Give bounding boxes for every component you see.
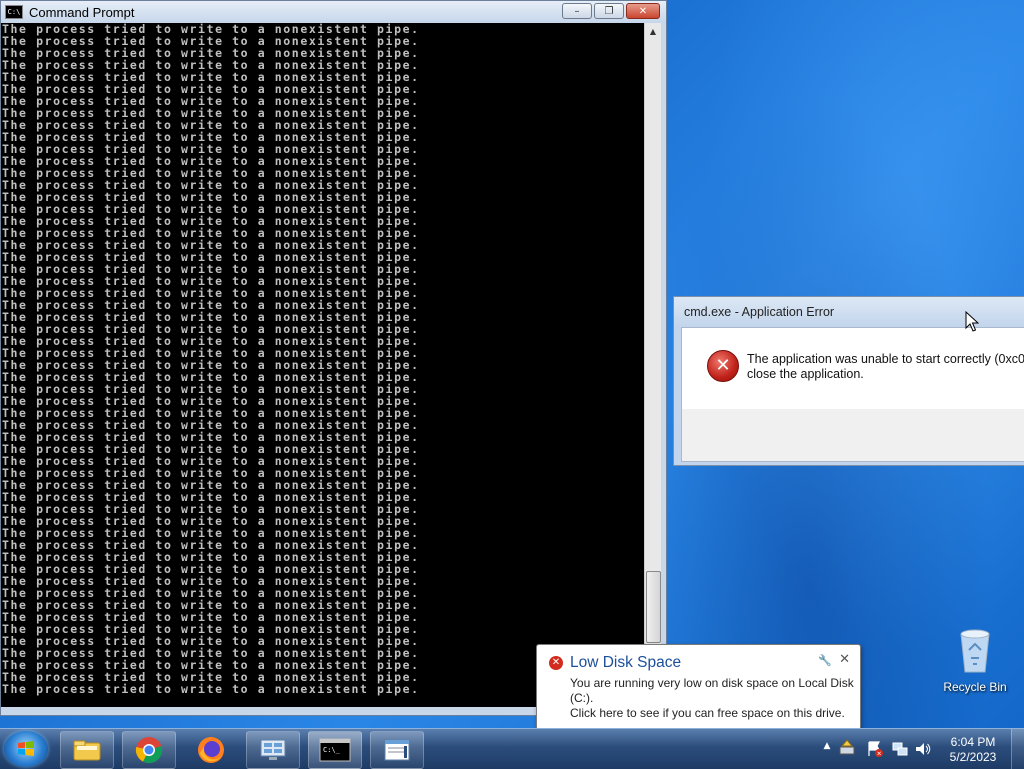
- notification-line: (C:).: [570, 691, 594, 705]
- svg-text:✕: ✕: [877, 751, 882, 758]
- error-dialog-content: ✕ The application was unable to start co…: [681, 327, 1024, 411]
- chrome-icon: [135, 737, 163, 764]
- maximize-icon: ❐: [604, 5, 614, 17]
- command-prompt-icon: C:\_: [319, 738, 351, 762]
- low-disk-space-notification[interactable]: ✕ Low Disk Space 🔧 ✕ You are running ver…: [536, 644, 861, 741]
- taskbar-command-prompt[interactable]: C:\_: [308, 731, 362, 769]
- taskbar-chrome[interactable]: [122, 731, 176, 769]
- taskbar-control-panel[interactable]: [246, 731, 300, 769]
- notification-title: Low Disk Space: [570, 654, 682, 671]
- cmd-window-title: Command Prompt: [29, 4, 135, 20]
- mouse-cursor-icon: [965, 311, 979, 332]
- error-dialog-footer: [681, 409, 1024, 462]
- scroll-up-arrow-icon[interactable]: ▲: [645, 23, 661, 39]
- show-hidden-icons-icon[interactable]: ▲: [819, 741, 835, 757]
- recycle-bin-icon: [957, 628, 993, 674]
- network-icon[interactable]: [891, 740, 909, 761]
- taskbar-notepad[interactable]: [370, 731, 424, 769]
- clock-date: 5/2/2023: [949, 750, 997, 764]
- close-icon: ✕: [638, 5, 648, 17]
- notification-line: You are running very low on disk space o…: [570, 676, 854, 690]
- warning-error-icon: ✕: [549, 656, 563, 670]
- error-message-line: close the application.: [747, 367, 864, 381]
- notification-close-icon[interactable]: ✕: [839, 652, 850, 667]
- cmd-window-controls: – ❐ ✕: [562, 3, 660, 19]
- minimize-button[interactable]: –: [562, 3, 592, 19]
- action-center-flag-icon[interactable]: ✕: [866, 740, 884, 761]
- pin-icon[interactable]: 🔧: [818, 654, 832, 667]
- taskbar: C:\_ ▲ ✕ 6:04 PM 5/2/2023: [0, 728, 1024, 769]
- taskbar-firefox[interactable]: [184, 731, 238, 769]
- error-message: The application was unable to start corr…: [747, 352, 1024, 382]
- error-message-line: The application was unable to start corr…: [747, 352, 1024, 366]
- control-panel-icon: [260, 739, 286, 760]
- taskbar-clock[interactable]: 6:04 PM 5/2/2023: [938, 735, 1008, 765]
- clock-time: 6:04 PM: [950, 735, 996, 749]
- svg-text:C:\_: C:\_: [323, 746, 341, 754]
- notepad-icon: [384, 739, 410, 761]
- volume-icon[interactable]: [914, 740, 932, 761]
- close-button[interactable]: ✕: [626, 3, 660, 19]
- firefox-icon: [198, 737, 224, 763]
- file-explorer-icon: [73, 740, 101, 761]
- command-prompt-window[interactable]: C:\ Command Prompt – ❐ ✕ The process tri…: [0, 0, 667, 716]
- notification-body[interactable]: You are running very low on disk space o…: [570, 676, 855, 721]
- windows-logo-icon: [18, 741, 34, 756]
- cmd-console-output[interactable]: The process tried to write to a nonexist…: [1, 23, 644, 707]
- cmd-vertical-scrollbar[interactable]: ▲ ▼: [644, 23, 661, 707]
- error-icon: ✕: [707, 350, 739, 382]
- maximize-button[interactable]: ❐: [594, 3, 624, 19]
- taskbar-file-explorer[interactable]: [60, 731, 114, 769]
- disk-warning-tray-icon[interactable]: [838, 739, 856, 760]
- recycle-bin[interactable]: Recycle Bin: [940, 628, 1010, 694]
- start-button[interactable]: [4, 731, 48, 767]
- show-desktop-button[interactable]: [1011, 729, 1024, 769]
- notification-line: Click here to see if you can free space …: [570, 706, 845, 720]
- scroll-thumb[interactable]: [646, 571, 661, 643]
- cmd-window-icon: C:\: [5, 5, 23, 19]
- recycle-bin-label: Recycle Bin: [943, 680, 1007, 694]
- minimize-icon: –: [574, 5, 580, 17]
